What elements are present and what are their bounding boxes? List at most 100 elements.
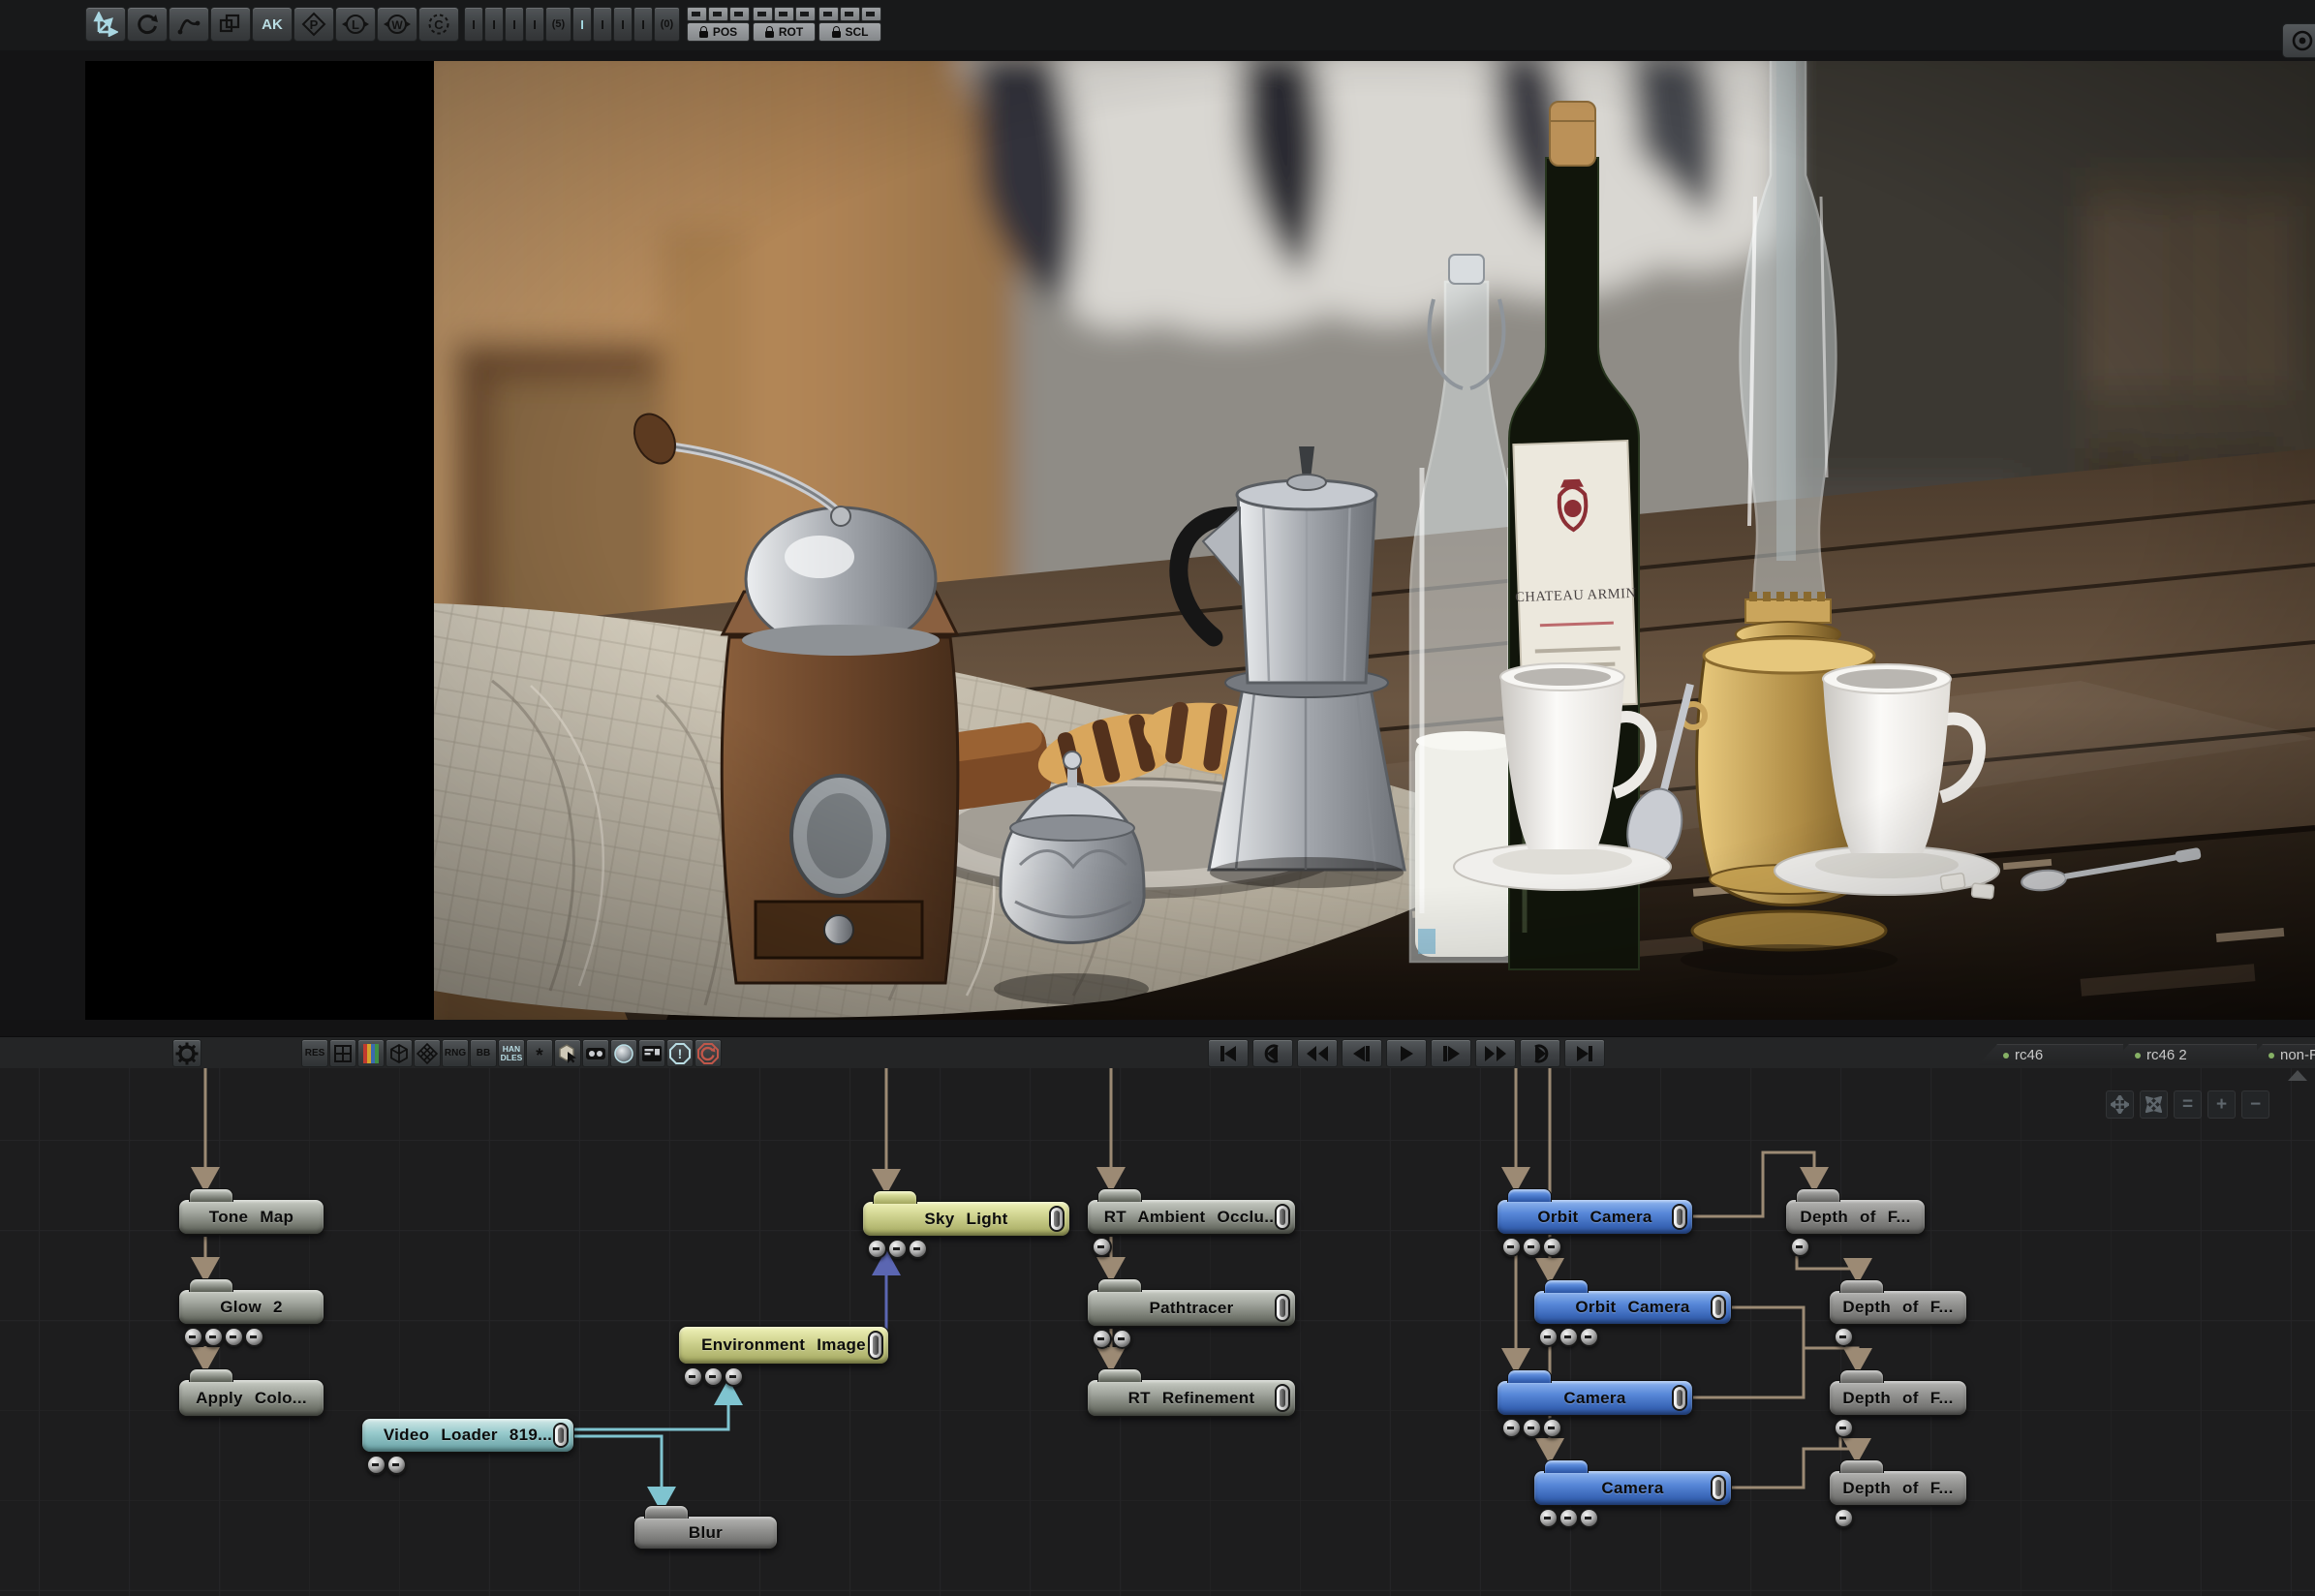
node-port-circle[interactable] xyxy=(1538,1327,1559,1347)
panel-collapse-arrow[interactable] xyxy=(2288,1070,2307,1081)
channel-toggle[interactable] xyxy=(687,7,707,21)
node-input-tab[interactable] xyxy=(873,1190,917,1204)
node-port-circle[interactable] xyxy=(1522,1418,1542,1438)
range-button[interactable]: RNG xyxy=(442,1039,469,1067)
bounding-box-button[interactable]: BB xyxy=(470,1039,497,1067)
keyframe-tick-button[interactable]: I xyxy=(484,7,504,42)
node-rt-refinement[interactable]: RT Refinement xyxy=(1087,1379,1296,1417)
rect-tool-button[interactable] xyxy=(210,7,251,42)
scene-tab-rc46[interactable]: rc46 xyxy=(1978,1044,2123,1065)
node-port-circle[interactable] xyxy=(1834,1508,1854,1528)
node-environment-image[interactable]: Environment Image xyxy=(678,1326,889,1365)
keyframe-tick-button[interactable]: I xyxy=(525,7,544,42)
mesh-density-button[interactable] xyxy=(414,1039,441,1067)
node-output-connector[interactable] xyxy=(1672,1204,1687,1230)
sphere-preview-button[interactable] xyxy=(610,1039,637,1067)
node-port-circle[interactable] xyxy=(1501,1237,1522,1257)
node-graph-panel[interactable]: Tone MapGlow 2Apply Colo...Video Loader … xyxy=(0,1068,2315,1596)
node-apply-color[interactable]: Apply Colo... xyxy=(178,1379,324,1417)
auto-key-button[interactable]: AK xyxy=(252,7,293,42)
node-orbit-camera-1[interactable]: Orbit Camera xyxy=(1497,1199,1693,1235)
color-channels-button[interactable] xyxy=(357,1039,385,1067)
node-camera-2[interactable]: Camera xyxy=(1533,1470,1732,1506)
reset-zoom-button[interactable]: = xyxy=(2174,1090,2202,1119)
node-input-tab[interactable] xyxy=(189,1368,233,1382)
node-port-circle[interactable] xyxy=(683,1366,703,1387)
keyframe-tick-button[interactable]: I xyxy=(572,7,592,42)
node-input-tab[interactable] xyxy=(1097,1368,1142,1382)
node-input-tab[interactable] xyxy=(1839,1459,1884,1473)
zoom-out-button[interactable]: − xyxy=(2241,1090,2269,1119)
node-port-circle[interactable] xyxy=(867,1239,887,1259)
node-output-connector[interactable] xyxy=(1672,1385,1687,1411)
node-port-circle[interactable] xyxy=(1522,1237,1542,1257)
move-tool-button[interactable] xyxy=(85,7,126,42)
pivot-tool-button[interactable]: P xyxy=(293,7,334,42)
step-forward-button[interactable] xyxy=(1431,1039,1471,1067)
fast-forward-button[interactable] xyxy=(1475,1039,1516,1067)
quad-view-button[interactable] xyxy=(329,1039,356,1067)
node-input-tab[interactable] xyxy=(1507,1188,1552,1202)
play-reverse-loop-button[interactable] xyxy=(1252,1039,1293,1067)
world-axis-button[interactable]: W xyxy=(377,7,417,42)
scene-tab-rc46-2[interactable]: rc46 2 xyxy=(2110,1044,2257,1065)
node-port-circle[interactable] xyxy=(1092,1329,1112,1349)
node-input-tab[interactable] xyxy=(189,1278,233,1292)
path-tool-button[interactable] xyxy=(169,7,209,42)
channel-toggle[interactable] xyxy=(861,7,881,21)
keyframe-tick-button[interactable]: I xyxy=(464,7,483,42)
node-port-circle[interactable] xyxy=(1834,1418,1854,1438)
play-loop-button[interactable] xyxy=(1520,1039,1560,1067)
node-sky-light[interactable]: Sky Light xyxy=(862,1201,1070,1237)
node-output-connector[interactable] xyxy=(1275,1294,1290,1322)
handles-button[interactable]: HAN DLES xyxy=(498,1039,525,1067)
node-depth-of-field-2[interactable]: Depth of F... xyxy=(1829,1290,1967,1325)
channel-toggle[interactable] xyxy=(729,7,750,21)
node-port-circle[interactable] xyxy=(224,1327,244,1347)
keyframe-tick-button[interactable]: (5) xyxy=(545,7,571,42)
node-input-tab[interactable] xyxy=(1507,1369,1552,1383)
node-input-tab[interactable] xyxy=(1839,1279,1884,1293)
node-port-circle[interactable] xyxy=(1092,1237,1112,1257)
render-viewport[interactable]: CHATEAU ARMIN xyxy=(85,61,2315,1020)
node-port-circle[interactable] xyxy=(1542,1418,1562,1438)
node-port-circle[interactable] xyxy=(724,1366,744,1387)
keyframe-tick-button[interactable]: I xyxy=(505,7,524,42)
node-output-connector[interactable] xyxy=(1049,1206,1065,1232)
fit-view-button[interactable] xyxy=(2140,1090,2168,1119)
node-port-circle[interactable] xyxy=(203,1327,224,1347)
keyframe-tick-button[interactable]: I xyxy=(633,7,653,42)
settings-button[interactable] xyxy=(172,1039,201,1067)
node-orbit-camera-2[interactable]: Orbit Camera xyxy=(1533,1290,1732,1325)
node-output-connector[interactable] xyxy=(1711,1475,1726,1501)
node-port-circle[interactable] xyxy=(1579,1508,1599,1528)
alert-button[interactable]: ! xyxy=(666,1039,694,1067)
refresh-button[interactable] xyxy=(694,1039,722,1067)
node-depth-of-field-3[interactable]: Depth of F... xyxy=(1829,1380,1967,1416)
resolution-button[interactable]: RES xyxy=(301,1039,328,1067)
channel-toggle[interactable] xyxy=(753,7,773,21)
node-output-connector[interactable] xyxy=(1711,1295,1726,1320)
zoom-in-button[interactable]: + xyxy=(2207,1090,2236,1119)
asterisk-button[interactable]: * xyxy=(526,1039,553,1067)
channel-toggle[interactable] xyxy=(795,7,816,21)
node-output-connector[interactable] xyxy=(1275,1204,1290,1230)
node-output-connector[interactable] xyxy=(868,1331,883,1360)
node-camera-1[interactable]: Camera xyxy=(1497,1380,1693,1416)
node-port-circle[interactable] xyxy=(1112,1329,1132,1349)
play-button[interactable] xyxy=(1386,1039,1427,1067)
node-video-loader[interactable]: Video Loader 819... xyxy=(361,1418,574,1453)
node-input-tab[interactable] xyxy=(1544,1279,1589,1293)
node-port-circle[interactable] xyxy=(1559,1327,1579,1347)
step-backward-button[interactable] xyxy=(1342,1039,1382,1067)
wireframe-cube-button[interactable] xyxy=(386,1039,413,1067)
channel-toggle[interactable] xyxy=(840,7,860,21)
keyframe-tick-button[interactable]: I xyxy=(613,7,633,42)
node-port-circle[interactable] xyxy=(1501,1418,1522,1438)
node-pathtracer[interactable]: Pathtracer xyxy=(1087,1289,1296,1327)
record-button[interactable] xyxy=(2282,23,2315,58)
node-rt-ambient-occlusion[interactable]: RT Ambient Occlu... xyxy=(1087,1199,1296,1235)
go-to-start-button[interactable] xyxy=(1208,1039,1249,1067)
info-panel-button[interactable] xyxy=(638,1039,665,1067)
keyframe-tick-button[interactable]: I xyxy=(593,7,612,42)
